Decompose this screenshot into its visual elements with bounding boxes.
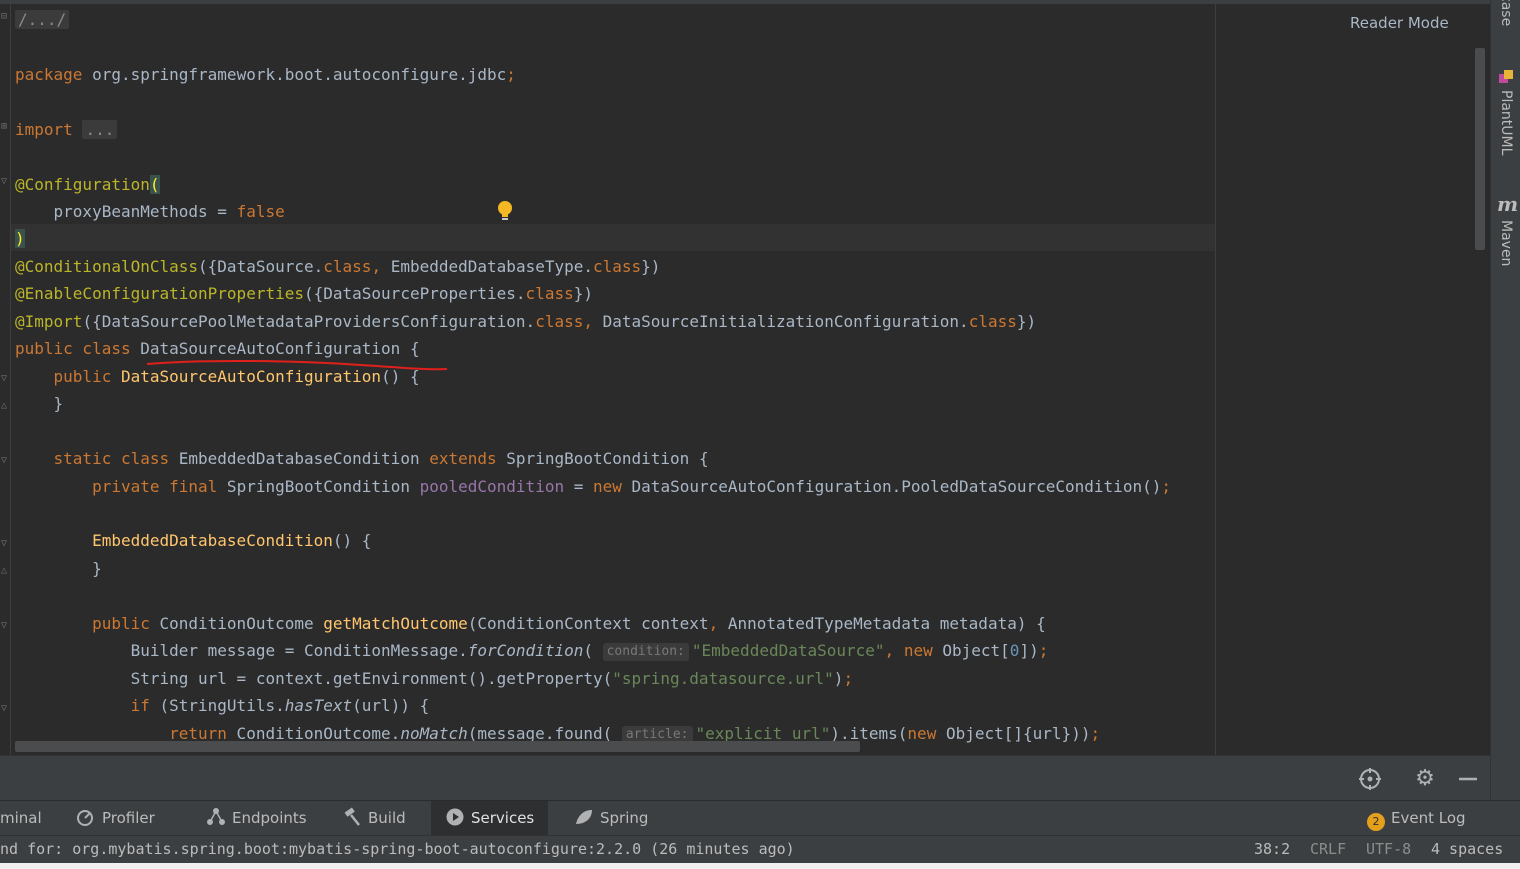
code-line: @Import({DataSourcePoolMetadataProviders… <box>15 312 1037 331</box>
param-hint: condition: <box>602 643 689 661</box>
code-line: } <box>15 559 102 578</box>
horizontal-scrollbar[interactable] <box>15 741 860 752</box>
fold-marker[interactable]: ▽ <box>1 456 9 466</box>
status-bar: nd for: org.mybatis.spring.boot:mybatis-… <box>0 835 1520 864</box>
fold-marker[interactable]: ⊟ <box>1 12 9 22</box>
fold-marker[interactable]: ▽ <box>1 374 9 384</box>
reader-mode-toggle[interactable]: Reader Mode <box>1350 14 1449 32</box>
editor-gutter[interactable]: ⊟ ⊞ ▽ ▽ △ ▽ ▽ △ ▽ ▽ <box>0 4 11 755</box>
minimize-icon[interactable] <box>1456 767 1480 791</box>
tool-window-tabs: minal Profiler Endpoints Build Services … <box>0 800 1520 836</box>
code-line: Builder message = ConditionMessage.forCo… <box>15 641 1049 661</box>
line-separator[interactable]: CRLF <box>1310 836 1346 862</box>
event-count-badge: 2 <box>1367 813 1385 831</box>
right-margin-guide <box>1215 4 1216 755</box>
vertical-scrollbar[interactable] <box>1475 48 1485 250</box>
tool-window-plantuml[interactable]: PlantUML <box>1498 90 1514 155</box>
endpoints-icon <box>207 808 225 825</box>
tool-window-case[interactable]: case <box>1498 0 1514 26</box>
tool-window-maven[interactable]: Maven <box>1498 220 1514 266</box>
code-line: @Configuration( <box>15 175 160 194</box>
code-line: public ConditionOutcome getMatchOutcome(… <box>92 614 1046 633</box>
indent-setting[interactable]: 4 spaces <box>1431 836 1503 862</box>
file-encoding[interactable]: UTF-8 <box>1366 836 1411 862</box>
folded-comment[interactable]: /.../ <box>15 10 70 29</box>
code-line: } <box>15 394 64 413</box>
fold-marker[interactable]: ▽ <box>1 177 9 187</box>
code-line: @ConditionalOnClass({DataSource.class, E… <box>15 257 661 276</box>
tab-terminal[interactable]: minal <box>0 801 42 836</box>
code-line: import ... <box>15 116 118 143</box>
fold-marker[interactable]: ▽ <box>1 704 9 714</box>
hammer-icon <box>344 807 360 826</box>
gear-icon[interactable]: ⚙ <box>1413 767 1437 791</box>
code-line: proxyBeanMethods = false <box>15 202 285 221</box>
code-line: /.../ <box>15 6 70 33</box>
code-line: if (StringUtils.hasText(url)) { <box>130 696 430 715</box>
fold-marker[interactable]: ▽ <box>1 539 9 549</box>
spring-leaf-icon <box>576 810 592 824</box>
code-line: package org.springframework.boot.autocon… <box>15 65 516 84</box>
maven-icon: m <box>1497 192 1519 216</box>
folded-imports[interactable]: ... <box>82 120 118 139</box>
code-line: ) <box>15 229 25 248</box>
status-message[interactable]: nd for: org.mybatis.spring.boot:mybatis-… <box>0 836 795 862</box>
tab-services[interactable]: Services <box>431 801 549 836</box>
caret-row-highlight <box>10 224 1215 251</box>
code-line: EmbeddedDatabaseCondition() { <box>92 531 372 550</box>
tab-build[interactable]: Build <box>342 801 406 836</box>
code-line: static class EmbeddedDatabaseCondition e… <box>53 449 709 468</box>
code-line: private final SpringBootCondition pooled… <box>92 477 1171 496</box>
tab-endpoints[interactable]: Endpoints <box>206 801 307 836</box>
right-tool-strip: case PlantUML m Maven <box>1490 0 1520 800</box>
code-line: @EnableConfigurationProperties({DataSour… <box>15 284 593 303</box>
locate-icon[interactable] <box>1358 767 1382 791</box>
lightbulb-icon[interactable] <box>496 200 514 222</box>
fold-marker[interactable]: △ <box>1 566 9 576</box>
tab-profiler[interactable]: Profiler <box>76 801 155 836</box>
token-keyword: package <box>15 65 83 84</box>
plantuml-icon <box>1499 70 1513 83</box>
window-bottom-edge <box>0 863 1520 869</box>
tool-window-header: ⚙ <box>0 755 1490 801</box>
code-line: String url = context.getEnvironment().ge… <box>15 669 854 688</box>
fold-marker[interactable]: ⊞ <box>1 122 9 132</box>
code-editor[interactable]: ⊟ ⊞ ▽ ▽ △ ▽ ▽ △ ▽ ▽ /.../ package org.sp… <box>0 0 1490 755</box>
caret-position[interactable]: 38:2 <box>1254 836 1290 862</box>
profiler-icon <box>77 810 93 826</box>
fold-marker[interactable]: ▽ <box>1 621 9 631</box>
red-annotation-underline <box>146 359 448 371</box>
token-keyword: import <box>15 120 73 139</box>
tab-spring[interactable]: Spring <box>574 801 648 836</box>
tab-event-log[interactable]: 2 Event Log <box>1367 801 1466 836</box>
fold-marker[interactable]: △ <box>1 401 9 411</box>
editor-top-border <box>0 0 1490 4</box>
token-text: org.springframework.boot.autoconfigure.j… <box>82 65 507 84</box>
services-icon <box>446 808 464 826</box>
